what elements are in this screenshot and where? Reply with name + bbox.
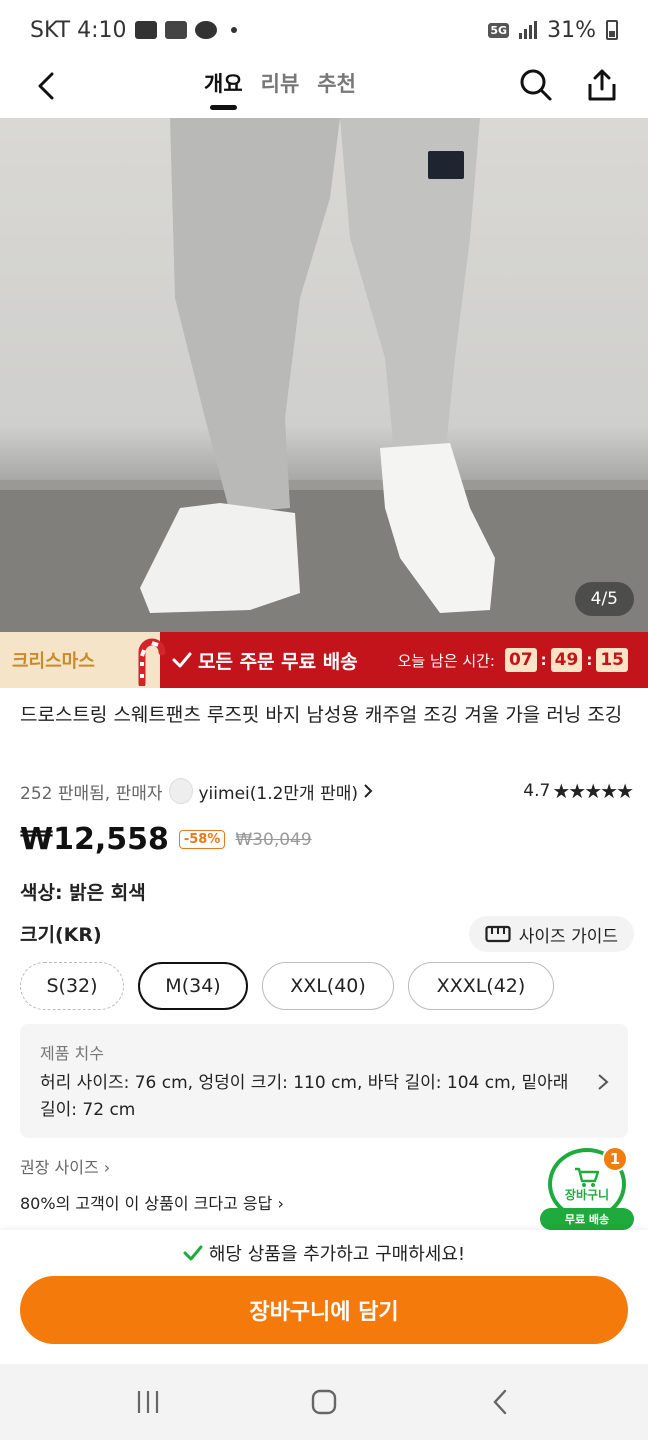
star-rating-icon: ★★★★★	[552, 779, 634, 803]
search-button[interactable]	[516, 64, 556, 106]
system-back-button[interactable]	[470, 1377, 530, 1427]
seller-line: 252 판매됨, 판매자 yiimei(1.2만개 판매) 4.7 ★★★★★	[20, 776, 634, 806]
chevron-right-icon	[598, 1074, 609, 1090]
share-button[interactable]	[582, 64, 622, 106]
countdown-timer: 오늘 남은 시간: 07 : 49 : 15	[398, 648, 648, 672]
size-guide-button[interactable]: 사이즈 가이드	[468, 916, 634, 952]
timer-seconds: 15	[596, 648, 628, 672]
free-shipping-badge: 무료 배송	[540, 1208, 634, 1230]
youtube-icon	[134, 21, 157, 39]
promo-banner[interactable]: 크리스마스 모든 주문 무료 배송 오늘 남은 시간: 07 : 49 : 15	[0, 632, 648, 688]
tab-bar: 개요 리뷰 추천	[204, 68, 356, 112]
image-counter: 4/5	[574, 582, 634, 616]
cart-icon	[575, 1167, 600, 1187]
dimensions-title: 제품 치수	[40, 1044, 104, 1063]
system-nav-bar	[0, 1364, 648, 1440]
battery-percent: 31%	[547, 17, 596, 43]
size-option[interactable]: XXL(40)	[262, 962, 394, 1010]
product-image[interactable]: 4/5	[0, 118, 648, 632]
battery-icon	[606, 20, 618, 40]
size-label: 크기(KR)	[20, 924, 102, 946]
rating-value: 4.7	[523, 781, 551, 801]
christmas-badge: 크리스마스	[0, 632, 166, 688]
bottom-action-bar: 해당 상품을 추가하고 구매하세요! 장바구니에 담기	[0, 1230, 648, 1364]
tab-overview[interactable]: 개요	[204, 68, 243, 112]
price-row: ₩12,558 -58% ₩30,049	[20, 822, 312, 857]
recent-apps-button[interactable]	[118, 1377, 178, 1427]
tab-recommend[interactable]: 추천	[317, 68, 356, 112]
cart-count-badge: 1	[602, 1146, 628, 1172]
home-button[interactable]	[294, 1377, 354, 1427]
status-bar: SKT 4:10 5G 31%	[0, 0, 648, 60]
floating-cart-button[interactable]: 장바구니 1 무료 배송	[540, 1146, 634, 1232]
carrier-time: SKT 4:10	[30, 17, 127, 43]
notification-dot-icon	[230, 27, 237, 33]
share-icon	[588, 69, 616, 101]
recent-apps-icon	[137, 1391, 159, 1413]
timer-hours: 07	[504, 648, 537, 672]
chevron-right-icon	[364, 784, 373, 798]
recommended-size-label: 권장 사이즈	[20, 1158, 99, 1177]
cart-label: 장바구니	[564, 1187, 610, 1202]
sold-count: 252 판매됨, 판매자	[20, 783, 163, 804]
size-option[interactable]: XXXL(42)	[408, 962, 554, 1010]
chevron-left-icon	[38, 72, 54, 100]
add-notice-text: 해당 상품을 추가하고 구매하세요!	[208, 1244, 466, 1265]
timer-minutes: 49	[550, 648, 583, 672]
original-price: ₩30,049	[235, 829, 312, 850]
size-guide-label: 사이즈 가이드	[518, 926, 618, 947]
top-nav: 개요 리뷰 추천	[0, 60, 648, 118]
rating[interactable]: 4.7 ★★★★★	[523, 779, 634, 803]
back-button[interactable]	[28, 64, 64, 108]
seller-link[interactable]: yiimei(1.2만개 판매)	[199, 779, 359, 804]
color-selection: 색상: 밝은 회색	[20, 882, 146, 904]
seller-avatar[interactable]	[168, 778, 193, 804]
message-icon	[194, 21, 217, 39]
product-title: 드로스트링 스웨트팬츠 루즈핏 바지 남성용 캐주얼 조깅 겨울 가을 러닝 조…	[20, 704, 623, 726]
promo-message: 모든 주문 무료 배송	[198, 650, 358, 673]
fit-feedback-link[interactable]: 80%의 고객이 이 상품이 크다고 응답 ›	[20, 1190, 284, 1214]
signal-icon	[519, 21, 538, 39]
tab-reviews[interactable]: 리뷰	[261, 68, 300, 112]
promo-label: 크리스마스	[12, 651, 95, 672]
add-notice: 해당 상품을 추가하고 구매하세요!	[0, 1240, 648, 1266]
size-options: S(32) M(34) XXL(40) XXXL(42)	[20, 962, 554, 1010]
price: ₩12,558	[20, 822, 169, 857]
search-icon	[520, 69, 552, 101]
chevron-right-icon: ›	[277, 1194, 284, 1213]
product-dimensions[interactable]: 제품 치수 허리 사이즈: 76 cm, 엉덩이 크기: 110 cm, 바닥 …	[20, 1024, 628, 1138]
gallery-icon	[164, 21, 187, 39]
dimensions-text: 허리 사이즈: 76 cm, 엉덩이 크기: 110 cm, 바닥 길이: 10…	[40, 1073, 569, 1120]
check-icon	[183, 1245, 203, 1261]
add-to-cart-button[interactable]: 장바구니에 담기	[20, 1276, 628, 1344]
discount-badge: -58%	[178, 830, 226, 849]
recommended-size-link[interactable]: 권장 사이즈 ›	[20, 1154, 110, 1178]
chevron-right-icon: ›	[103, 1158, 111, 1177]
ruler-icon	[485, 925, 511, 943]
home-icon	[311, 1389, 337, 1415]
network-5g-icon: 5G	[488, 22, 510, 38]
product-photo	[0, 118, 648, 632]
candy-cane-icon	[138, 638, 166, 686]
fit-feedback-label: 80%의 고객이 이 상품이 크다고 응답	[20, 1194, 273, 1213]
back-icon	[493, 1389, 507, 1415]
check-icon	[172, 652, 192, 668]
size-option-selected[interactable]: M(34)	[138, 962, 248, 1010]
size-option[interactable]: S(32)	[20, 962, 124, 1010]
timer-label: 오늘 남은 시간:	[397, 651, 495, 670]
